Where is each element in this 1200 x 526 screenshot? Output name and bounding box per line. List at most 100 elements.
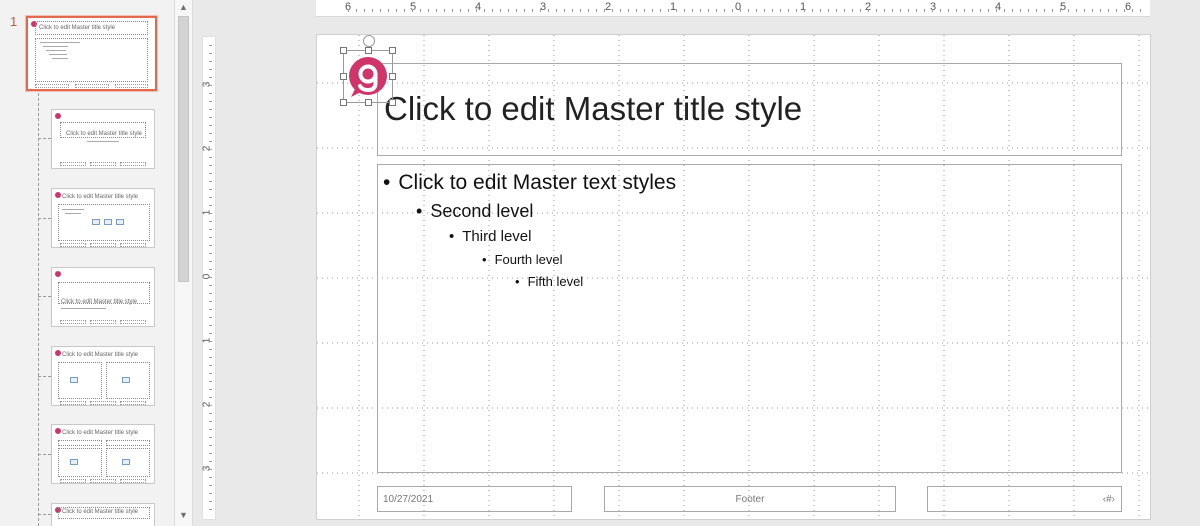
ruler-h-tick: [924, 9, 925, 12]
ruler-h-tick: [812, 9, 813, 12]
ruler-v-tick: [209, 69, 212, 70]
thumbnail-two-content-layout[interactable]: Click to edit Master title style: [51, 346, 155, 406]
ruler-v-tick: [209, 477, 212, 478]
text-level-2[interactable]: • Second level: [416, 201, 533, 222]
slide-thumbnail-pane[interactable]: 1 Click to edit Master title style Click…: [0, 0, 174, 526]
ruler-v-tick: [209, 341, 212, 342]
thumbnail-title: Click to edit Master title style: [66, 131, 143, 137]
ruler-v-tick: [209, 405, 212, 406]
ruler-h-tick: [620, 9, 621, 12]
resize-handle-e[interactable]: [389, 73, 396, 80]
ruler-v-tick: [209, 237, 212, 238]
ruler-h-tick: [852, 9, 853, 12]
footer-placeholder[interactable]: Footer: [604, 486, 896, 512]
ruler-h-tick: [612, 9, 613, 12]
ruler-v-tick: [209, 189, 212, 190]
ruler-v-tick: [209, 261, 212, 262]
slide-canvas[interactable]: Click to edit Master title style • Click …: [316, 34, 1151, 520]
ruler-v-tick: [209, 157, 212, 158]
ruler-h-tick: [1052, 9, 1053, 12]
date-text: 10/27/2021: [383, 494, 434, 505]
ruler-h-tick: [996, 9, 997, 12]
text-level-5-label: Fifth level: [527, 274, 584, 289]
thumbnail-title-only-layout[interactable]: Click to edit Master title style: [51, 503, 155, 526]
ruler-h-tick: [676, 9, 677, 12]
scroll-up-icon[interactable]: ▲: [175, 0, 192, 14]
ruler-v-tick: [209, 77, 212, 78]
thumbnail-section-header-layout[interactable]: Click to edit Master title style: [51, 267, 155, 327]
thumbnail-logo-icon: [55, 428, 61, 434]
ruler-h-tick: [492, 9, 493, 12]
resize-handle-nw[interactable]: [340, 47, 347, 54]
text-level-2-label: Second level: [430, 201, 534, 221]
ruler-h-tick: [748, 9, 749, 12]
ruler-v-tick: [209, 437, 212, 438]
ruler-h-tick: [460, 9, 461, 12]
thumbnail-comparison-layout[interactable]: Click to edit Master title style: [51, 424, 155, 484]
thumbnail-body-box: [35, 38, 148, 82]
text-level-3[interactable]: • Third level: [449, 228, 531, 245]
thumbnail-content-layout[interactable]: Click to edit Master title style: [51, 188, 155, 248]
ruler-h-tick: [548, 9, 549, 12]
resize-handle-s[interactable]: [365, 99, 372, 106]
resize-handle-w[interactable]: [340, 73, 347, 80]
rotate-handle-icon[interactable]: [363, 35, 375, 47]
logo-selection-frame[interactable]: [340, 35, 396, 106]
ruler-h-tick: [604, 9, 605, 12]
ruler-h-tick: [524, 9, 525, 12]
ruler-h-tick: [596, 9, 597, 12]
ruler-h-tick: [1044, 9, 1045, 12]
body-text-placeholder[interactable]: • Click to edit Master text styles • Secon…: [377, 164, 1122, 473]
ruler-v-tick: [209, 485, 212, 486]
ruler-v-tick: [209, 141, 212, 142]
ruler-h-tick: [692, 9, 693, 12]
master-title-text[interactable]: Click to edit Master title style: [384, 90, 802, 128]
ruler-h-tick: [948, 9, 949, 12]
ruler-v-tick: [209, 501, 212, 502]
ruler-h-tick: [532, 9, 533, 12]
ruler-v-tick: [209, 269, 212, 270]
ruler-h-tick: [636, 9, 637, 12]
slide-number-placeholder[interactable]: ‹#›: [927, 486, 1122, 512]
ruler-h-tick: [572, 9, 573, 12]
thumbnail-logo-icon: [55, 271, 61, 277]
ruler-h-tick: [836, 9, 837, 12]
ruler-h-tick: [1124, 9, 1125, 12]
horizontal-ruler[interactable]: 6543210123456: [316, 0, 1150, 17]
ruler-h-tick: [1116, 9, 1117, 12]
ruler-v-tick: [209, 397, 212, 398]
ruler-v-tick: [209, 221, 212, 222]
ruler-h-tick: [804, 9, 805, 12]
thumbnail-slide-master[interactable]: Click to edit Master title style: [26, 16, 157, 91]
ruler-h-tick: [876, 9, 877, 12]
ruler-v-tick: [209, 333, 212, 334]
powerpoint-slide-master-view: 1 Click to edit Master title style Click…: [0, 0, 1200, 526]
ruler-h-label: 6: [1124, 1, 1132, 13]
vertical-ruler[interactable]: 3210123: [201, 36, 216, 520]
date-placeholder[interactable]: 10/27/2021: [377, 486, 572, 512]
resize-handle-sw[interactable]: [340, 99, 347, 106]
text-level-3-label: Third level: [462, 228, 532, 245]
thumbnail-logo-icon: [55, 350, 61, 356]
resize-handle-se[interactable]: [389, 99, 396, 106]
ruler-h-tick: [796, 9, 797, 12]
resize-handle-ne[interactable]: [389, 47, 396, 54]
thumbnail-scrollbar[interactable]: ▲ ▼: [174, 0, 193, 526]
text-level-1-label: Click to edit Master text styles: [398, 171, 677, 194]
ruler-h-label: 3: [929, 1, 937, 13]
text-level-4[interactable]: • Fourth level: [482, 252, 562, 267]
text-level-5[interactable]: • Fifth level: [515, 274, 583, 289]
title-placeholder[interactable]: Click to edit Master title style: [377, 63, 1122, 156]
scrollbar-thumb[interactable]: [178, 16, 189, 282]
ruler-h-tick: [972, 9, 973, 12]
thumbnail-title-layout[interactable]: Click to edit Master title style: [51, 109, 155, 169]
ruler-h-tick: [396, 9, 397, 12]
resize-handle-n[interactable]: [365, 47, 372, 54]
text-level-1[interactable]: • Click to edit Master text styles: [383, 171, 676, 195]
ruler-h-tick: [964, 9, 965, 12]
ruler-v-tick: [209, 133, 212, 134]
ruler-v-tick: [209, 205, 212, 206]
scroll-down-icon[interactable]: ▼: [175, 508, 192, 522]
ruler-h-tick: [1060, 9, 1061, 12]
brand-g-logo-icon[interactable]: [346, 53, 390, 100]
